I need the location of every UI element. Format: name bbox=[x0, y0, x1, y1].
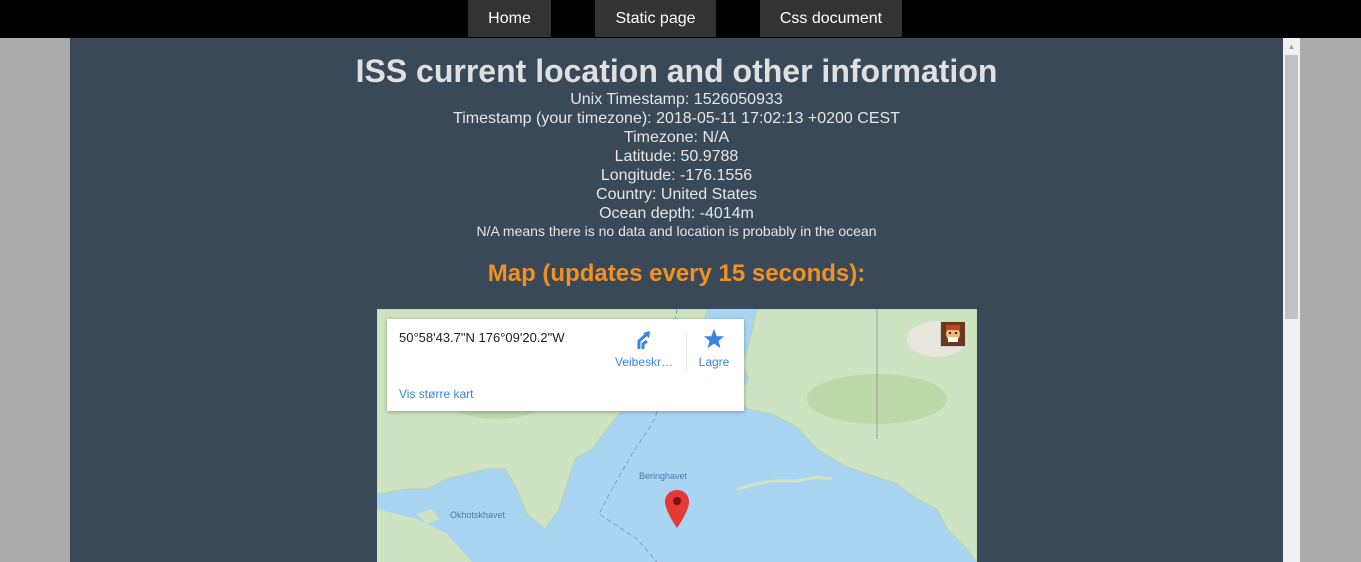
unix-timestamp-text: Unix Timestamp: 1526050933 bbox=[570, 91, 783, 108]
page-title: ISS current location and other informati… bbox=[355, 53, 998, 89]
okhotsk-sea-label: Okhotskhavet bbox=[450, 510, 506, 520]
directions-button[interactable]: Veibeskr… bbox=[614, 329, 674, 374]
top-navigation-bar: Home Static page Css document bbox=[0, 0, 1361, 38]
larger-map-link[interactable]: Vis større kart bbox=[399, 387, 473, 401]
card-divider bbox=[686, 333, 687, 371]
nav-home-button[interactable]: Home bbox=[468, 0, 551, 37]
star-icon bbox=[703, 328, 725, 355]
save-label: Lagre bbox=[698, 355, 730, 369]
vertical-scrollbar[interactable]: ▲ bbox=[1283, 38, 1300, 562]
user-avatar[interactable] bbox=[940, 321, 966, 347]
country-text: Country: United States bbox=[596, 186, 757, 203]
scroll-up-arrow-icon[interactable]: ▲ bbox=[1283, 38, 1300, 55]
directions-icon bbox=[633, 329, 655, 356]
embedded-map[interactable]: Beringhavet Okhotskhavet 50°58'43.7"N 17… bbox=[377, 309, 977, 562]
bering-sea-label: Beringhavet bbox=[639, 471, 688, 481]
map-heading: Map (updates every 15 seconds): bbox=[487, 260, 866, 287]
save-button[interactable]: Lagre bbox=[689, 328, 739, 374]
scrollbar-thumb[interactable] bbox=[1285, 55, 1298, 319]
timezone-text: Timezone: N/A bbox=[623, 129, 730, 146]
map-coordinates: 50°58'43.7"N 176°09'20.2"W bbox=[399, 330, 565, 345]
nav-css-document-button[interactable]: Css document bbox=[760, 0, 902, 37]
ocean-depth-text: Ocean depth: -4014m bbox=[599, 205, 754, 222]
local-timestamp-text: Timestamp (your timezone): 2018-05-11 17… bbox=[453, 110, 900, 127]
latitude-text: Latitude: 50.9788 bbox=[614, 148, 739, 165]
map-pin-icon[interactable] bbox=[665, 490, 689, 535]
nav-static-page-button[interactable]: Static page bbox=[595, 0, 716, 37]
main-content-panel: ISS current location and other informati… bbox=[70, 38, 1283, 562]
map-info-card: 50°58'43.7"N 176°09'20.2"W Veibeskr… Lag… bbox=[387, 319, 744, 411]
directions-label: Veibeskr… bbox=[614, 355, 674, 369]
no-data-note: N/A means there is no data and location … bbox=[476, 223, 877, 239]
longitude-text: Longitude: -176.1556 bbox=[600, 167, 753, 184]
